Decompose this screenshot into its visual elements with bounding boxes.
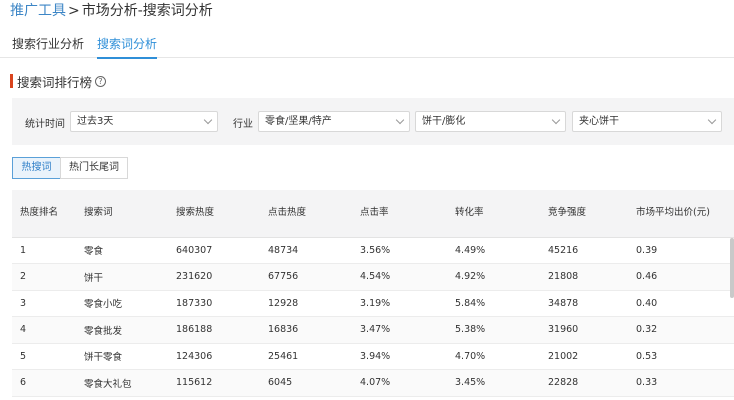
- cell-search-heat: 186188: [168, 316, 260, 344]
- cell-cvr: 5.84%: [447, 290, 540, 317]
- table-header-row: 热度排名 搜索词 搜索热度 点击热度 点击率 转化率 竞争强度 市场平均出价(元…: [12, 190, 734, 238]
- cell-avg-bid: 0.32: [628, 316, 734, 344]
- cell-search-heat: 187330: [168, 290, 260, 317]
- col-avg-bid[interactable]: 市场平均出价(元): [628, 190, 734, 238]
- filter-panel: 统计时间 过去3天 行业 零食/坚果/特产 饼干/膨化 夹心饼干: [12, 98, 734, 145]
- table-row[interactable]: 4 零食批发 186188 16836 3.47% 5.38% 31960 0.32: [12, 316, 734, 344]
- industry-select-level1[interactable]: 零食/坚果/特产: [258, 111, 410, 132]
- cell-rank: 5: [12, 343, 76, 370]
- cell-keyword: 零食: [76, 237, 168, 264]
- cell-competition: 45216: [540, 237, 628, 264]
- cell-cvr: 5.38%: [447, 316, 540, 344]
- cell-competition: 21002: [540, 343, 628, 370]
- analysis-tabs: 搜索行业分析 搜索词分析: [0, 30, 734, 59]
- cell-cvr: 3.45%: [447, 369, 540, 397]
- long-tail-keywords-toggle[interactable]: 热门长尾词: [60, 157, 128, 179]
- industry-level2-value: 饼干/膨化: [422, 116, 466, 127]
- help-icon[interactable]: ?: [95, 75, 107, 87]
- col-cvr[interactable]: 转化率: [447, 190, 540, 238]
- cell-competition: 31960: [540, 316, 628, 344]
- tab-industry-analysis[interactable]: 搜索行业分析: [12, 36, 84, 52]
- cell-click-heat: 16836: [260, 316, 352, 344]
- cell-search-heat: 231620: [168, 263, 260, 291]
- cell-ctr: 3.56%: [352, 237, 447, 264]
- chevron-down-icon: [707, 115, 717, 125]
- chevron-down-icon: [551, 115, 561, 125]
- cell-click-heat: 25461: [260, 343, 352, 370]
- cell-cvr: 4.49%: [447, 237, 540, 264]
- breadcrumb-root-link[interactable]: 推广工具: [10, 3, 66, 19]
- cell-avg-bid: 0.46: [628, 263, 734, 291]
- cell-click-heat: 6045: [260, 369, 352, 397]
- breadcrumb-current: 市场分析-搜索词分析: [81, 3, 213, 19]
- period-label: 统计时间: [25, 119, 65, 130]
- col-click-heat[interactable]: 点击热度: [260, 190, 352, 238]
- cell-keyword: 饼干零食: [76, 343, 168, 370]
- cell-competition: 34878: [540, 290, 628, 317]
- breadcrumb-separator: >: [68, 3, 80, 19]
- col-search-heat[interactable]: 搜索热度: [168, 190, 260, 238]
- section-marker: [10, 74, 13, 88]
- cell-rank: 3: [12, 290, 76, 317]
- cell-rank: 1: [12, 237, 76, 264]
- period-select[interactable]: 过去3天: [70, 111, 218, 132]
- cell-rank: 2: [12, 263, 76, 291]
- cell-ctr: 3.19%: [352, 290, 447, 317]
- col-keyword[interactable]: 搜索词: [76, 190, 168, 238]
- industry-label: 行业: [233, 119, 253, 130]
- cell-ctr: 3.94%: [352, 343, 447, 370]
- period-value: 过去3天: [77, 116, 114, 127]
- cell-ctr: 4.07%: [352, 369, 447, 397]
- table-scrollbar[interactable]: [730, 238, 734, 298]
- keyword-ranking-table: 热度排名 搜索词 搜索热度 点击热度 点击率 转化率 竞争强度 市场平均出价(元…: [12, 190, 734, 400]
- table-row[interactable]: 6 零食大礼包 115612 6045 4.07% 3.45% 22828 0.33: [12, 369, 734, 397]
- cell-keyword: 零食小吃: [76, 290, 168, 317]
- cell-search-heat: 115612: [168, 369, 260, 397]
- cell-click-heat: 67756: [260, 263, 352, 291]
- cell-search-heat: 640307: [168, 237, 260, 264]
- cell-rank: 4: [12, 316, 76, 344]
- cell-keyword: 零食大礼包: [76, 369, 168, 397]
- col-ctr[interactable]: 点击率: [352, 190, 447, 238]
- cell-rank: 6: [12, 369, 76, 397]
- chevron-down-icon: [395, 115, 405, 125]
- table-row[interactable]: 5 饼干零食 124306 25461 3.94% 4.70% 21002 0.53: [12, 343, 734, 370]
- chevron-down-icon: [203, 115, 213, 125]
- section-title-text: 搜索词排行榜: [17, 74, 93, 90]
- breadcrumb: 推广工具 > 市场分析-搜索词分析: [10, 2, 213, 20]
- industry-select-level3[interactable]: 夹心饼干: [572, 111, 722, 132]
- industry-select-level2[interactable]: 饼干/膨化: [415, 111, 566, 132]
- cell-ctr: 3.47%: [352, 316, 447, 344]
- cell-keyword: 零食批发: [76, 316, 168, 344]
- table-row[interactable]: 1 零食 640307 48734 3.56% 4.49% 45216 0.39: [12, 237, 734, 264]
- cell-competition: 21808: [540, 263, 628, 291]
- col-competition[interactable]: 竞争强度: [540, 190, 628, 238]
- cell-avg-bid: 0.39: [628, 237, 734, 264]
- industry-level3-value: 夹心饼干: [579, 116, 619, 127]
- tab-keyword-analysis[interactable]: 搜索词分析: [97, 36, 158, 59]
- cell-avg-bid: 0.40: [628, 290, 734, 317]
- cell-cvr: 4.70%: [447, 343, 540, 370]
- table-row[interactable]: 2 饼干 231620 67756 4.54% 4.92% 21808 0.46: [12, 263, 734, 291]
- industry-level1-value: 零食/坚果/特产: [265, 116, 332, 127]
- cell-competition: 22828: [540, 369, 628, 397]
- section-title: 搜索词排行榜 ?: [10, 73, 107, 90]
- cell-avg-bid: 0.53: [628, 343, 734, 370]
- cell-avg-bid: 0.33: [628, 369, 734, 397]
- cell-ctr: 4.54%: [352, 263, 447, 291]
- cell-click-heat: 48734: [260, 237, 352, 264]
- col-rank[interactable]: 热度排名: [12, 190, 76, 238]
- cell-keyword: 饼干: [76, 263, 168, 291]
- cell-search-heat: 124306: [168, 343, 260, 370]
- cell-click-heat: 12928: [260, 290, 352, 317]
- table-row[interactable]: 3 零食小吃 187330 12928 3.19% 5.84% 34878 0.40: [12, 290, 734, 317]
- hot-keywords-toggle[interactable]: 热搜词: [12, 157, 61, 179]
- cell-cvr: 4.92%: [447, 263, 540, 291]
